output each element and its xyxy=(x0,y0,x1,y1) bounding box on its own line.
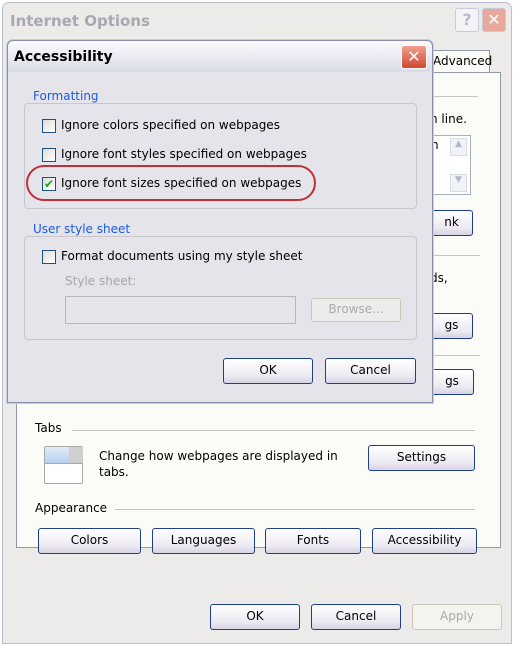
tab-advanced[interactable]: Advanced xyxy=(428,50,492,73)
format-documents-label[interactable]: Format documents using my style sheet xyxy=(61,249,302,263)
ignore-colors-checkbox[interactable] xyxy=(42,119,56,133)
formatting-group-label: Formatting xyxy=(30,89,102,103)
ignore-font-styles-label[interactable]: Ignore font styles specified on webpages xyxy=(61,147,307,161)
ignore-colors-label[interactable]: Ignore colors specified on webpages xyxy=(61,118,280,132)
ignore-font-styles-checkbox[interactable] xyxy=(42,148,56,162)
tabs-settings-button[interactable]: Settings xyxy=(368,445,475,471)
help-button[interactable]: ? xyxy=(455,8,479,32)
scroll-down-icon[interactable]: ▼ xyxy=(450,174,467,192)
style-sheet-label: Style sheet: xyxy=(65,274,137,288)
divider xyxy=(115,509,475,510)
dialog-ok-button[interactable]: OK xyxy=(223,358,313,384)
dialog-close-button[interactable]: ✕ xyxy=(401,45,427,69)
divider xyxy=(430,96,478,97)
accessibility-button[interactable]: Accessibility xyxy=(372,528,477,554)
apply-button[interactable]: Apply xyxy=(412,604,502,630)
tabs-section-header: Tabs xyxy=(35,421,62,435)
tabs-description: Change how webpages are displayed in tab… xyxy=(99,449,338,479)
appearance-section-header: Appearance xyxy=(35,501,108,515)
scroll-up-icon[interactable]: ▲ xyxy=(450,138,467,156)
format-documents-checkbox[interactable] xyxy=(42,250,56,264)
cancel-button[interactable]: Cancel xyxy=(311,604,401,630)
colors-button[interactable]: Colors xyxy=(38,528,141,554)
languages-button[interactable]: Languages xyxy=(152,528,255,554)
window-title: Internet Options xyxy=(10,12,150,30)
dialog-cancel-button[interactable]: Cancel xyxy=(325,358,416,384)
dialog-title: Accessibility xyxy=(14,49,113,65)
divider xyxy=(72,430,475,431)
tabs-icon xyxy=(44,446,83,484)
home-page-text-partial: n line. xyxy=(430,112,467,126)
user-style-sheet-group-label: User style sheet xyxy=(30,222,134,236)
browse-button[interactable]: Browse... xyxy=(311,298,401,322)
style-sheet-input[interactable] xyxy=(65,296,296,324)
window-close-button[interactable]: ✕ xyxy=(482,8,506,32)
divider xyxy=(432,355,480,356)
fonts-button[interactable]: Fonts xyxy=(265,528,361,554)
highlight-ellipse xyxy=(26,165,316,201)
divider xyxy=(432,255,480,256)
ok-button[interactable]: OK xyxy=(210,604,300,630)
